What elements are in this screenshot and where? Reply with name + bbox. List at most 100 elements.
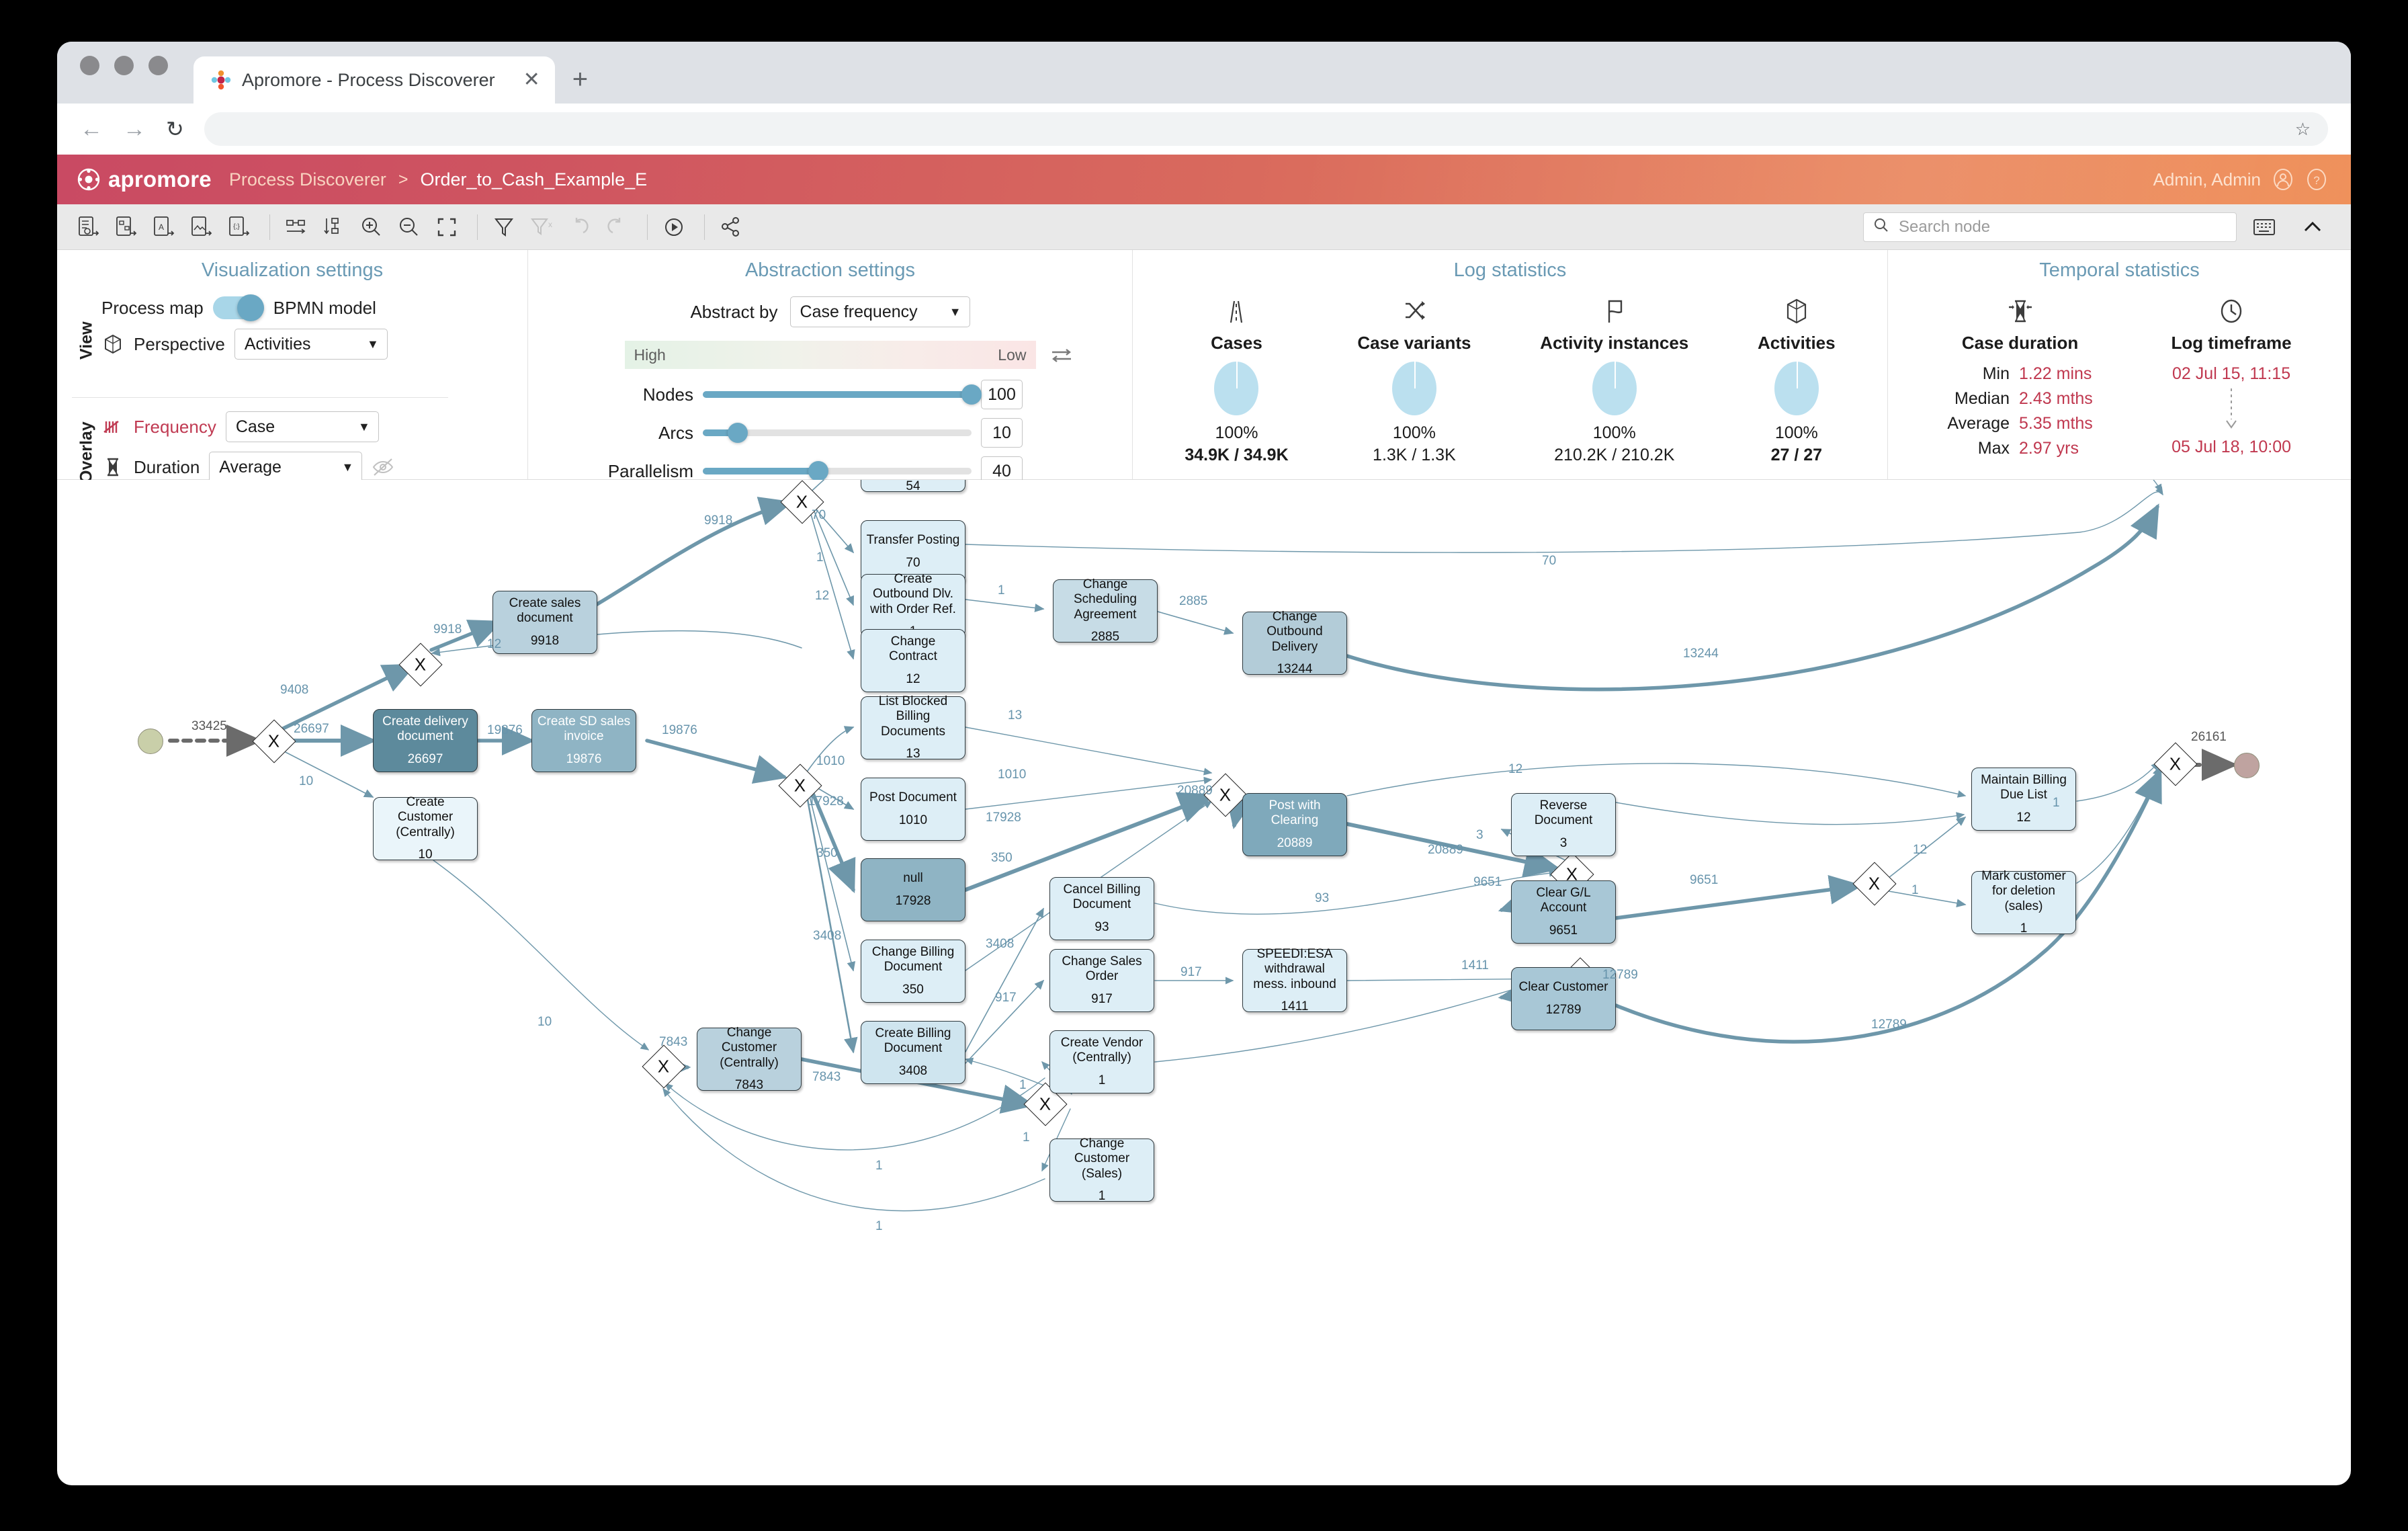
address-bar[interactable]: ☆	[204, 112, 2328, 146]
layout-vertical-icon[interactable]	[317, 212, 351, 242]
forward-button[interactable]: →	[123, 118, 146, 140]
slider-parallelism[interactable]	[703, 461, 972, 481]
reload-button[interactable]: ↻	[166, 118, 184, 140]
clear-filter-icon[interactable]: x	[525, 212, 558, 242]
duration-value: 5.35 mths	[2019, 414, 2093, 433]
browser-tab[interactable]: Apromore - Process Discoverer ✕	[194, 56, 555, 104]
task-node[interactable]: Change Sales Order 917	[1049, 949, 1154, 1012]
slider-value-nodes[interactable]: 100	[981, 380, 1023, 409]
maximize-window-button[interactable]	[148, 55, 168, 75]
toolbar-divider-3	[647, 214, 648, 240]
svg-text:?: ?	[2313, 174, 2319, 187]
animate-icon[interactable]	[657, 212, 691, 242]
task-node[interactable]: Change Customer (Centrally) 7843	[697, 1026, 802, 1092]
process-diagram-canvas[interactable]: X X X X X X X X X X X Cancel Goods Issue…	[57, 480, 2351, 1433]
task-node[interactable]: Reverse Document 3	[1511, 793, 1616, 856]
slider-nodes[interactable]	[703, 384, 982, 405]
edge-label: 20889	[1177, 784, 1213, 798]
slider-value-arcs[interactable]: 10	[981, 418, 1023, 448]
task-node[interactable]: Maintain Billing Due List 12	[1971, 768, 2076, 831]
fit-screen-icon[interactable]	[430, 212, 464, 242]
task-node[interactable]: Change Scheduling Agreement 2885	[1053, 577, 1158, 644]
edge-label: 1010	[998, 768, 1027, 782]
export-png-icon[interactable]	[185, 212, 218, 242]
zoom-in-icon[interactable]	[355, 212, 388, 242]
task-node[interactable]: Post with Clearing 20889	[1242, 793, 1347, 856]
export-json-icon[interactable]: {;}	[222, 212, 256, 242]
export-bpmn-icon[interactable]	[110, 212, 143, 242]
edge-label: 2885	[1179, 594, 1208, 608]
chevron-down-icon: ▼	[949, 304, 961, 319]
zoom-out-icon[interactable]	[392, 212, 426, 242]
shuffle-icon	[1357, 296, 1471, 326]
layout-horizontal-icon[interactable]	[280, 212, 313, 242]
slider-arcs[interactable]	[703, 423, 972, 443]
search-node-box[interactable]	[1863, 212, 2237, 242]
filter-icon[interactable]	[487, 212, 521, 242]
task-node[interactable]: Create Vendor (Centrally) 1	[1049, 1030, 1154, 1093]
help-icon[interactable]: ?	[2305, 168, 2328, 191]
task-node[interactable]: Clear G/L Account 9651	[1511, 880, 1616, 944]
swap-direction-icon[interactable]	[1049, 343, 1074, 368]
back-button[interactable]: ←	[80, 118, 103, 140]
task-node[interactable]: Change Outbound Delivery 13244	[1242, 610, 1347, 676]
apromore-logo[interactable]: apromore	[77, 167, 212, 192]
minimize-window-button[interactable]	[114, 55, 134, 75]
export-log-icon[interactable]	[72, 212, 105, 242]
perspective-select[interactable]: Activities ▼	[234, 329, 388, 360]
duration-key: Average	[1947, 414, 2010, 433]
toolbar-right	[1863, 212, 2333, 242]
task-node[interactable]: Create Customer (Centrally) 10	[373, 795, 478, 862]
redo-icon[interactable]	[600, 212, 634, 242]
chevron-up-icon[interactable]	[2296, 212, 2329, 242]
edge-label: 12	[1508, 762, 1523, 776]
chevron-down-icon: ▼	[367, 337, 379, 351]
hourglass-icon	[1947, 296, 2092, 326]
start-event[interactable]	[138, 729, 163, 754]
task-node[interactable]: null 17928	[861, 858, 965, 921]
task-node[interactable]: Create sales document 9918	[492, 591, 597, 654]
task-node[interactable]: Cancel Billing Document 93	[1049, 877, 1154, 940]
user-account-icon[interactable]	[2272, 168, 2294, 191]
frequency-select[interactable]: Case ▼	[225, 411, 379, 442]
new-tab-button[interactable]: +	[572, 66, 588, 104]
edge-label: 12789	[1871, 1018, 1907, 1032]
task-node[interactable]: Change Contract 12	[861, 629, 965, 692]
edge-label: 1	[875, 1219, 883, 1233]
task-node[interactable]: Change Customer (Sales) 1	[1049, 1136, 1154, 1203]
edge-label: 1	[816, 550, 824, 565]
task-node[interactable]: SPEEDI:ESA withdrawal mess. inbound 1411	[1242, 947, 1347, 1013]
export-pdf-icon[interactable]: A	[147, 212, 181, 242]
undo-icon[interactable]	[562, 212, 596, 242]
case-duration-column: Case duration Min 1.22 mins Median 2.43 …	[1947, 296, 2093, 458]
close-tab-button[interactable]: ✕	[506, 70, 540, 90]
view-mode-toggle[interactable]	[212, 294, 264, 321]
task-node[interactable]: Cancel Goods Issue for Delivery Note54	[861, 480, 965, 493]
task-node[interactable]: Create delivery document 26697	[373, 709, 478, 772]
end-event[interactable]	[2234, 753, 2260, 778]
cube-icon	[101, 333, 124, 356]
slider-row: Arcs 10	[528, 418, 1132, 448]
task-node[interactable]: Clear Customer 12789	[1511, 967, 1616, 1030]
edge-label: 1	[1023, 1130, 1030, 1145]
timeframe-end: 05 Jul 18, 10:00	[2172, 438, 2292, 456]
abstract-by-select[interactable]: Case frequency ▼	[789, 296, 970, 327]
bookmark-icon[interactable]: ☆	[2295, 119, 2311, 140]
task-node[interactable]: Post Document 1010	[861, 778, 965, 841]
hide-overlay-icon[interactable]	[372, 456, 394, 479]
duration-value: 2.43 mths	[2019, 389, 2093, 408]
search-input[interactable]	[1897, 216, 2227, 237]
abstract-by-row: Abstract by Case frequency ▼	[528, 296, 1132, 327]
duration-select[interactable]: Average ▼	[209, 452, 363, 483]
task-node[interactable]: Create SD sales invoice 19876	[531, 709, 636, 772]
task-node[interactable]: List Blocked Billing Documents 13	[861, 694, 965, 761]
task-node[interactable]: Create Billing Document 3408	[861, 1021, 965, 1084]
task-node[interactable]: Change Billing Document 350	[861, 940, 965, 1003]
close-window-button[interactable]	[80, 55, 99, 75]
task-node[interactable]: Mark customer for deletion (sales) 1	[1971, 869, 2076, 936]
stat-value: 210.2K / 210.2K	[1554, 446, 1675, 464]
task-node[interactable]: Create Outbound Dlv. with Order Ref.1	[861, 572, 965, 638]
edge-label: 19876	[662, 723, 697, 737]
share-icon[interactable]	[714, 212, 748, 242]
keyboard-icon[interactable]	[2247, 212, 2281, 242]
